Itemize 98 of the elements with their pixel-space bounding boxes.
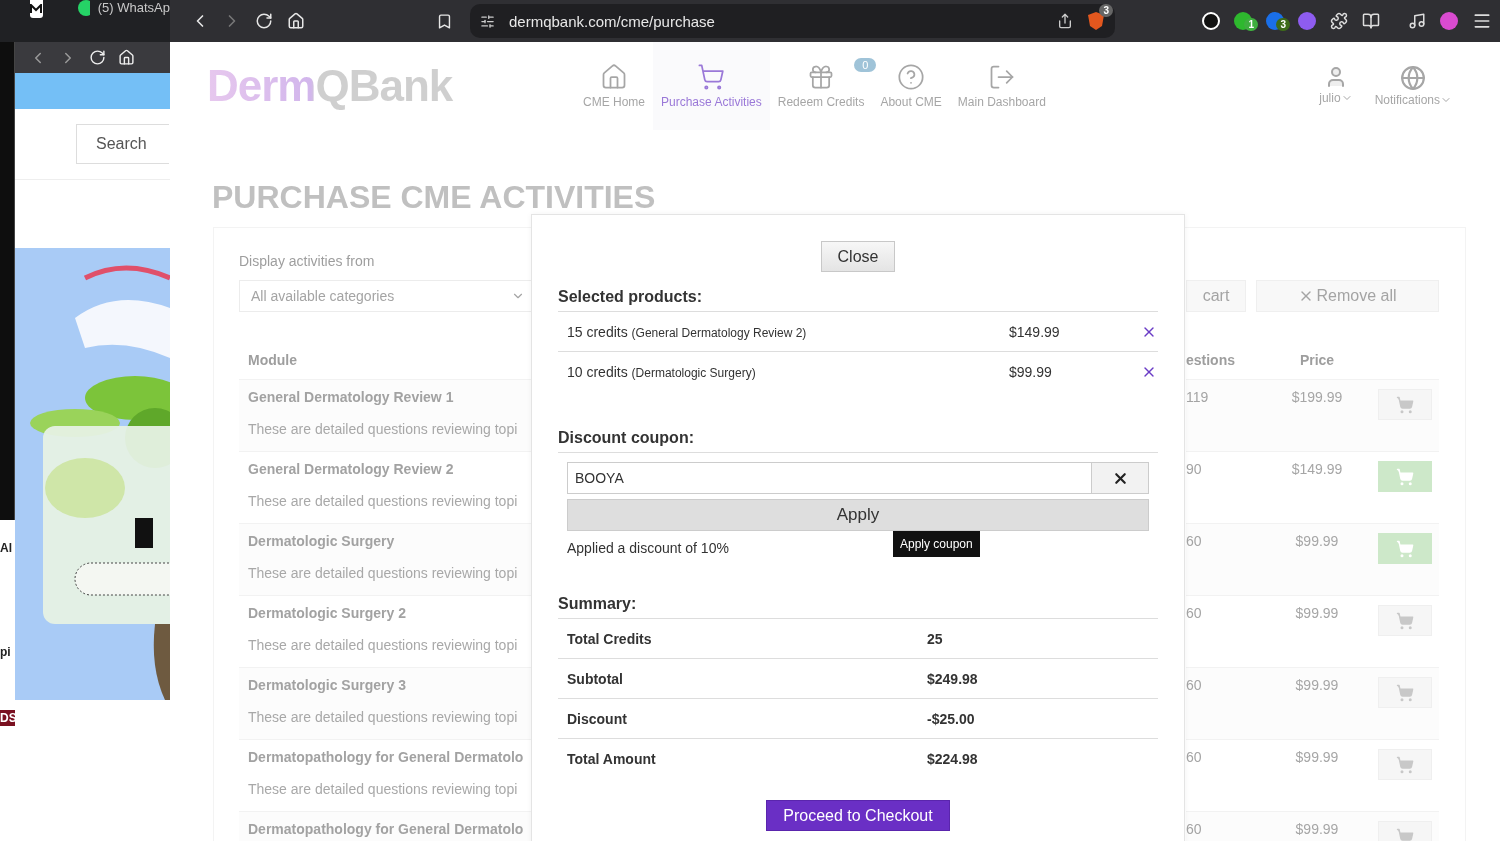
price-cell-text: $99.99	[1294, 748, 1340, 766]
module-title: Dermatopathology for General Dermatolo	[248, 820, 525, 838]
cart-icon	[1396, 467, 1414, 486]
extension-badge: 1	[1244, 18, 1258, 31]
price-cell-text: $199.99	[1290, 388, 1344, 406]
price-cell-text: $99.99	[1294, 532, 1340, 550]
home-icon[interactable]	[118, 49, 135, 66]
menu-icon[interactable]	[1472, 11, 1492, 31]
edge-text: Al	[0, 540, 13, 556]
module-description: These are detailed questions reviewing topi	[248, 708, 519, 726]
filter-label: Display activities from	[239, 252, 376, 270]
column-header: Price	[1298, 351, 1336, 368]
edge-text: pi	[0, 644, 12, 660]
home-icon[interactable]	[287, 12, 305, 30]
search-field[interactable]: Search	[76, 124, 169, 164]
music-icon[interactable]	[1408, 12, 1426, 30]
module-title: General Dermatology Review 1	[248, 388, 455, 406]
product-name: 15 credits (General Dermatology Review 2)	[567, 323, 808, 340]
cart-icon	[1396, 395, 1414, 414]
module-title: Dermatologic Surgery 2	[248, 604, 407, 622]
module-title: Dermatopathology for General Dermatolo	[248, 748, 525, 766]
questions-cell-text: 60	[1186, 604, 1203, 622]
summary-value: 25	[927, 630, 943, 647]
extensions-icon[interactable]	[1330, 12, 1348, 30]
share-icon[interactable]	[1057, 13, 1073, 29]
column-header: estions	[1186, 351, 1236, 368]
browser-tab-title[interactable]: (5) WhatsAp	[97, 0, 170, 16]
count-badge: 0	[854, 58, 877, 72]
questions-cell-text: 60	[1186, 748, 1203, 766]
shield-icon[interactable]	[1087, 11, 1105, 31]
coupon-field[interactable]: BOOYA	[567, 462, 1092, 494]
gmail-tab-icon[interactable]	[30, 0, 43, 18]
coupon-tooltip: Apply coupon	[893, 531, 980, 557]
category-select[interactable]: All available categories	[239, 280, 532, 312]
questions-cell-text: 60	[1186, 532, 1203, 550]
reader-icon[interactable]	[1362, 12, 1380, 30]
questions-cell-text: 90	[1186, 460, 1203, 478]
summary-label: Discount	[567, 710, 628, 727]
close-button[interactable]: Close	[820, 241, 896, 272]
clear-button[interactable]	[1092, 462, 1149, 494]
module-description: These are detailed questions reviewing topi	[248, 564, 519, 582]
questions-cell-text: 60	[1186, 820, 1203, 838]
cart-icon	[1396, 539, 1414, 558]
cart-icon	[1396, 827, 1414, 841]
module-description: These are detailed questions reviewing topi	[248, 780, 519, 798]
nav-item[interactable]: CME Home	[575, 42, 653, 130]
section-heading: Discount coupon:	[558, 428, 1158, 453]
url-text: dermqbank.com/cme/purchase	[509, 12, 716, 30]
module-title: Dermatologic Surgery 3	[248, 676, 407, 694]
nav-item[interactable]: Purchase Activities	[653, 42, 770, 130]
product-price: $99.99	[1009, 364, 1053, 380]
profile-avatar-icon[interactable]	[1440, 12, 1458, 30]
column-header: Module	[248, 351, 297, 368]
extension-icon[interactable]	[1202, 12, 1220, 30]
page-title: PURCHASE CME ACTIVITIES	[212, 179, 657, 215]
cart-icon	[1396, 683, 1414, 702]
address-bar[interactable]: dermqbank.com/cme/purchase 3	[470, 4, 1115, 38]
cart-icon	[1396, 611, 1414, 630]
remove-all-button[interactable]: Remove all	[1256, 280, 1439, 312]
summary-value: $224.98	[927, 751, 978, 767]
summary-value: -$25.00	[927, 710, 975, 727]
price-cell-text: $99.99	[1294, 676, 1340, 694]
summary-label: Total Amount	[567, 751, 657, 767]
cart-button[interactable]: cart	[1186, 280, 1246, 312]
reload-icon[interactable]	[255, 12, 273, 30]
module-title: Dermatologic Surgery	[248, 532, 396, 550]
summary-value: $249.98	[927, 670, 978, 687]
apply-button[interactable]: Apply	[567, 499, 1149, 531]
checkout-button[interactable]: Proceed to Checkout	[766, 800, 950, 831]
product-price: $149.99	[1009, 323, 1061, 340]
cart-icon	[1396, 755, 1414, 774]
price-cell-text: $99.99	[1294, 820, 1340, 838]
site-settings-icon[interactable]	[480, 13, 495, 29]
module-description: These are detailed questions reviewing topi	[248, 492, 519, 510]
reload-icon[interactable]	[89, 49, 106, 66]
questions-cell-text: 60	[1186, 676, 1203, 694]
price-cell-text: $99.99	[1294, 604, 1340, 622]
summary-label: Subtotal	[567, 670, 624, 687]
globe-icon	[1400, 65, 1427, 91]
user-menu[interactable]: julio	[1319, 65, 1353, 107]
discount-message: Applied a discount of 10%	[567, 539, 730, 557]
shield-count: 3	[1099, 4, 1113, 17]
home-icon	[600, 63, 628, 91]
summary-label: Total Credits	[567, 630, 653, 647]
section-heading: Summary:	[558, 594, 1158, 619]
notifications-menu[interactable]: Notifications	[1374, 65, 1452, 107]
module-description: These are detailed questions reviewing topi	[248, 420, 519, 438]
price-cell-text: $149.99	[1290, 460, 1344, 478]
module-description: These are detailed questions reviewing topi	[248, 636, 519, 654]
questions-cell-text: 119	[1186, 388, 1210, 406]
product-name: 10 credits (Dermatologic Surgery)	[567, 364, 757, 380]
section-heading: Selected products:	[558, 287, 1158, 312]
nav-item[interactable]: Main Dashboard	[949, 42, 1054, 130]
chat-bubble-icon	[76, 0, 90, 18]
extension-badge: 3	[1276, 18, 1290, 31]
module-title: General Dermatology Review 2	[248, 460, 455, 478]
cart-icon	[697, 63, 726, 91]
help-icon	[897, 63, 926, 91]
